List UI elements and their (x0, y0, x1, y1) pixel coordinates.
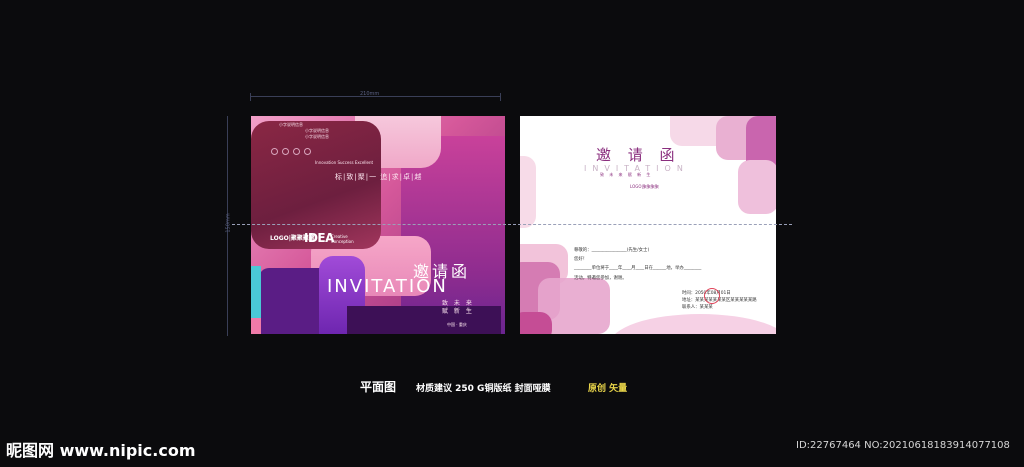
inside-shape (520, 156, 536, 228)
inside-text-line: 您好！ (574, 257, 588, 262)
seal-stamp-icon (704, 288, 720, 304)
cover-idea-sub: Creative Conception (331, 234, 354, 244)
inside-text-line: 活动，特邀您参加，谢谢。 (574, 276, 627, 281)
cover-slogan-en: Innovation Success Excellent (315, 160, 374, 165)
cover-small-text: 小字说明信息 (279, 122, 303, 127)
inside-logo: LOGO|聚聚聚聚 (630, 184, 659, 189)
inside-shape (738, 160, 776, 214)
inside-title-cn: 邀 请 函 (596, 146, 681, 164)
invitation-cover: 小字说明信息 小字说明信息 小字说明信息 Innovation Success … (251, 116, 505, 334)
cover-shape-pink-bottom (251, 318, 261, 334)
width-tick-left (250, 93, 251, 101)
cover-shape-teal (251, 266, 261, 318)
circle-icon (293, 148, 300, 155)
cover-slogan: 标|致|聚|一 追|求|卓|越 (335, 173, 423, 181)
invitation-inside: 邀 请 函 INVITATION 致 未 来 赋 新 生 LOGO|聚聚聚聚 尊… (520, 116, 776, 334)
inside-shape (520, 312, 552, 334)
inside-text-line: 尊敬的：________________(先生/女士) (574, 248, 650, 253)
inside-subtitle: 致 未 来 赋 新 生 (600, 172, 653, 177)
inside-text-line: 联系人：某某某 (682, 305, 713, 310)
caption-original-vector: 原创 矢量 (588, 384, 628, 394)
inside-shape (610, 314, 776, 334)
fold-line (232, 224, 792, 225)
watermark-site: 昵图网 www.nipic.com (6, 441, 196, 460)
cover-shape-dark (347, 306, 501, 334)
cover-idea-logo: IDEA (304, 231, 334, 245)
circle-icon (304, 148, 311, 155)
caption-spec: 材质建议 250 G铜版纸 封面哑膜 (416, 384, 551, 394)
cover-place: 中国 · 重庆 (447, 322, 467, 327)
cover-subtitle-2: 赋 新 生 (442, 308, 474, 315)
caption-main: 平面图 (360, 380, 397, 394)
cover-dot-row (271, 140, 315, 159)
circle-icon (282, 148, 289, 155)
circle-icon (271, 148, 278, 155)
width-dimension-label: 210mm (360, 91, 380, 97)
height-dimension-label: 150mm (225, 213, 232, 233)
width-tick-right (500, 93, 501, 101)
inside-text-line: ________单位将于____年____月____日在______地，举办__… (574, 266, 702, 271)
watermark-id: ID:22767464 NO:20210618183914077108 (796, 440, 1010, 451)
cover-title-en: INVITATION (327, 276, 448, 297)
